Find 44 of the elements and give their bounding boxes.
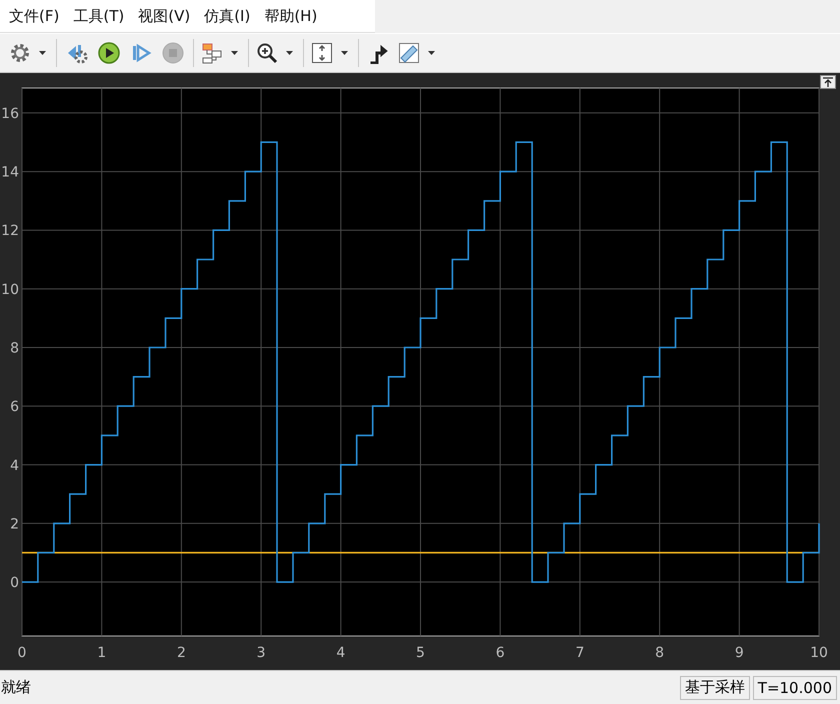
time-field: T=10.000 bbox=[752, 676, 837, 700]
menu-item[interactable]: 仿真(I) bbox=[197, 6, 258, 26]
sample-mode-field: 基于采样 bbox=[680, 676, 750, 700]
x-tick-label: 3 bbox=[256, 645, 266, 661]
y-tick-label: 10 bbox=[1, 282, 19, 298]
x-tick-label: 6 bbox=[496, 645, 505, 661]
x-tick-label: 2 bbox=[176, 645, 186, 661]
x-tick-label: 8 bbox=[655, 645, 664, 661]
status-text: 就绪 bbox=[0, 678, 31, 697]
y-tick-label: 14 bbox=[1, 164, 19, 181]
scale-axes-icon bbox=[311, 42, 333, 64]
caret-icon[interactable] bbox=[428, 51, 435, 55]
caret-icon[interactable] bbox=[39, 51, 46, 55]
y-tick-label: 2 bbox=[10, 516, 19, 532]
caret-icon[interactable] bbox=[231, 51, 238, 55]
x-tick-label: 10 bbox=[810, 645, 828, 661]
y-tick-label: 0 bbox=[10, 575, 19, 592]
menu-item[interactable]: 文件(F) bbox=[2, 6, 66, 26]
x-tick-label: 7 bbox=[575, 645, 584, 661]
x-tick-label: 0 bbox=[18, 645, 26, 661]
ruler-icon bbox=[398, 42, 420, 64]
step-arrow-icon bbox=[368, 42, 390, 64]
x-tick-label: 5 bbox=[416, 645, 425, 661]
menu-item[interactable]: 工具(T) bbox=[66, 6, 132, 26]
x-tick-label: 9 bbox=[734, 645, 744, 661]
y-tick-label: 6 bbox=[10, 399, 19, 416]
play-icon bbox=[98, 42, 120, 64]
undock-icon[interactable] bbox=[820, 75, 836, 89]
zoom-icon bbox=[256, 42, 278, 64]
block-diagram-icon bbox=[201, 42, 223, 64]
step-back-icon bbox=[66, 42, 88, 64]
y-tick-label: 8 bbox=[10, 340, 19, 356]
y-tick-label: 16 bbox=[1, 106, 19, 122]
step-forward-icon bbox=[130, 42, 152, 64]
y-tick-label: 4 bbox=[10, 458, 19, 474]
y-tick-label: 12 bbox=[1, 223, 19, 240]
x-tick-label: 4 bbox=[336, 645, 346, 661]
caret-icon[interactable] bbox=[286, 51, 293, 55]
caret-icon[interactable] bbox=[341, 51, 348, 55]
stop-icon bbox=[162, 42, 184, 64]
gear-icon bbox=[9, 42, 31, 64]
menu-item[interactable]: 帮助(H) bbox=[257, 6, 324, 26]
menu-item[interactable]: 视图(V) bbox=[131, 6, 198, 26]
x-tick-label: 1 bbox=[97, 645, 106, 661]
